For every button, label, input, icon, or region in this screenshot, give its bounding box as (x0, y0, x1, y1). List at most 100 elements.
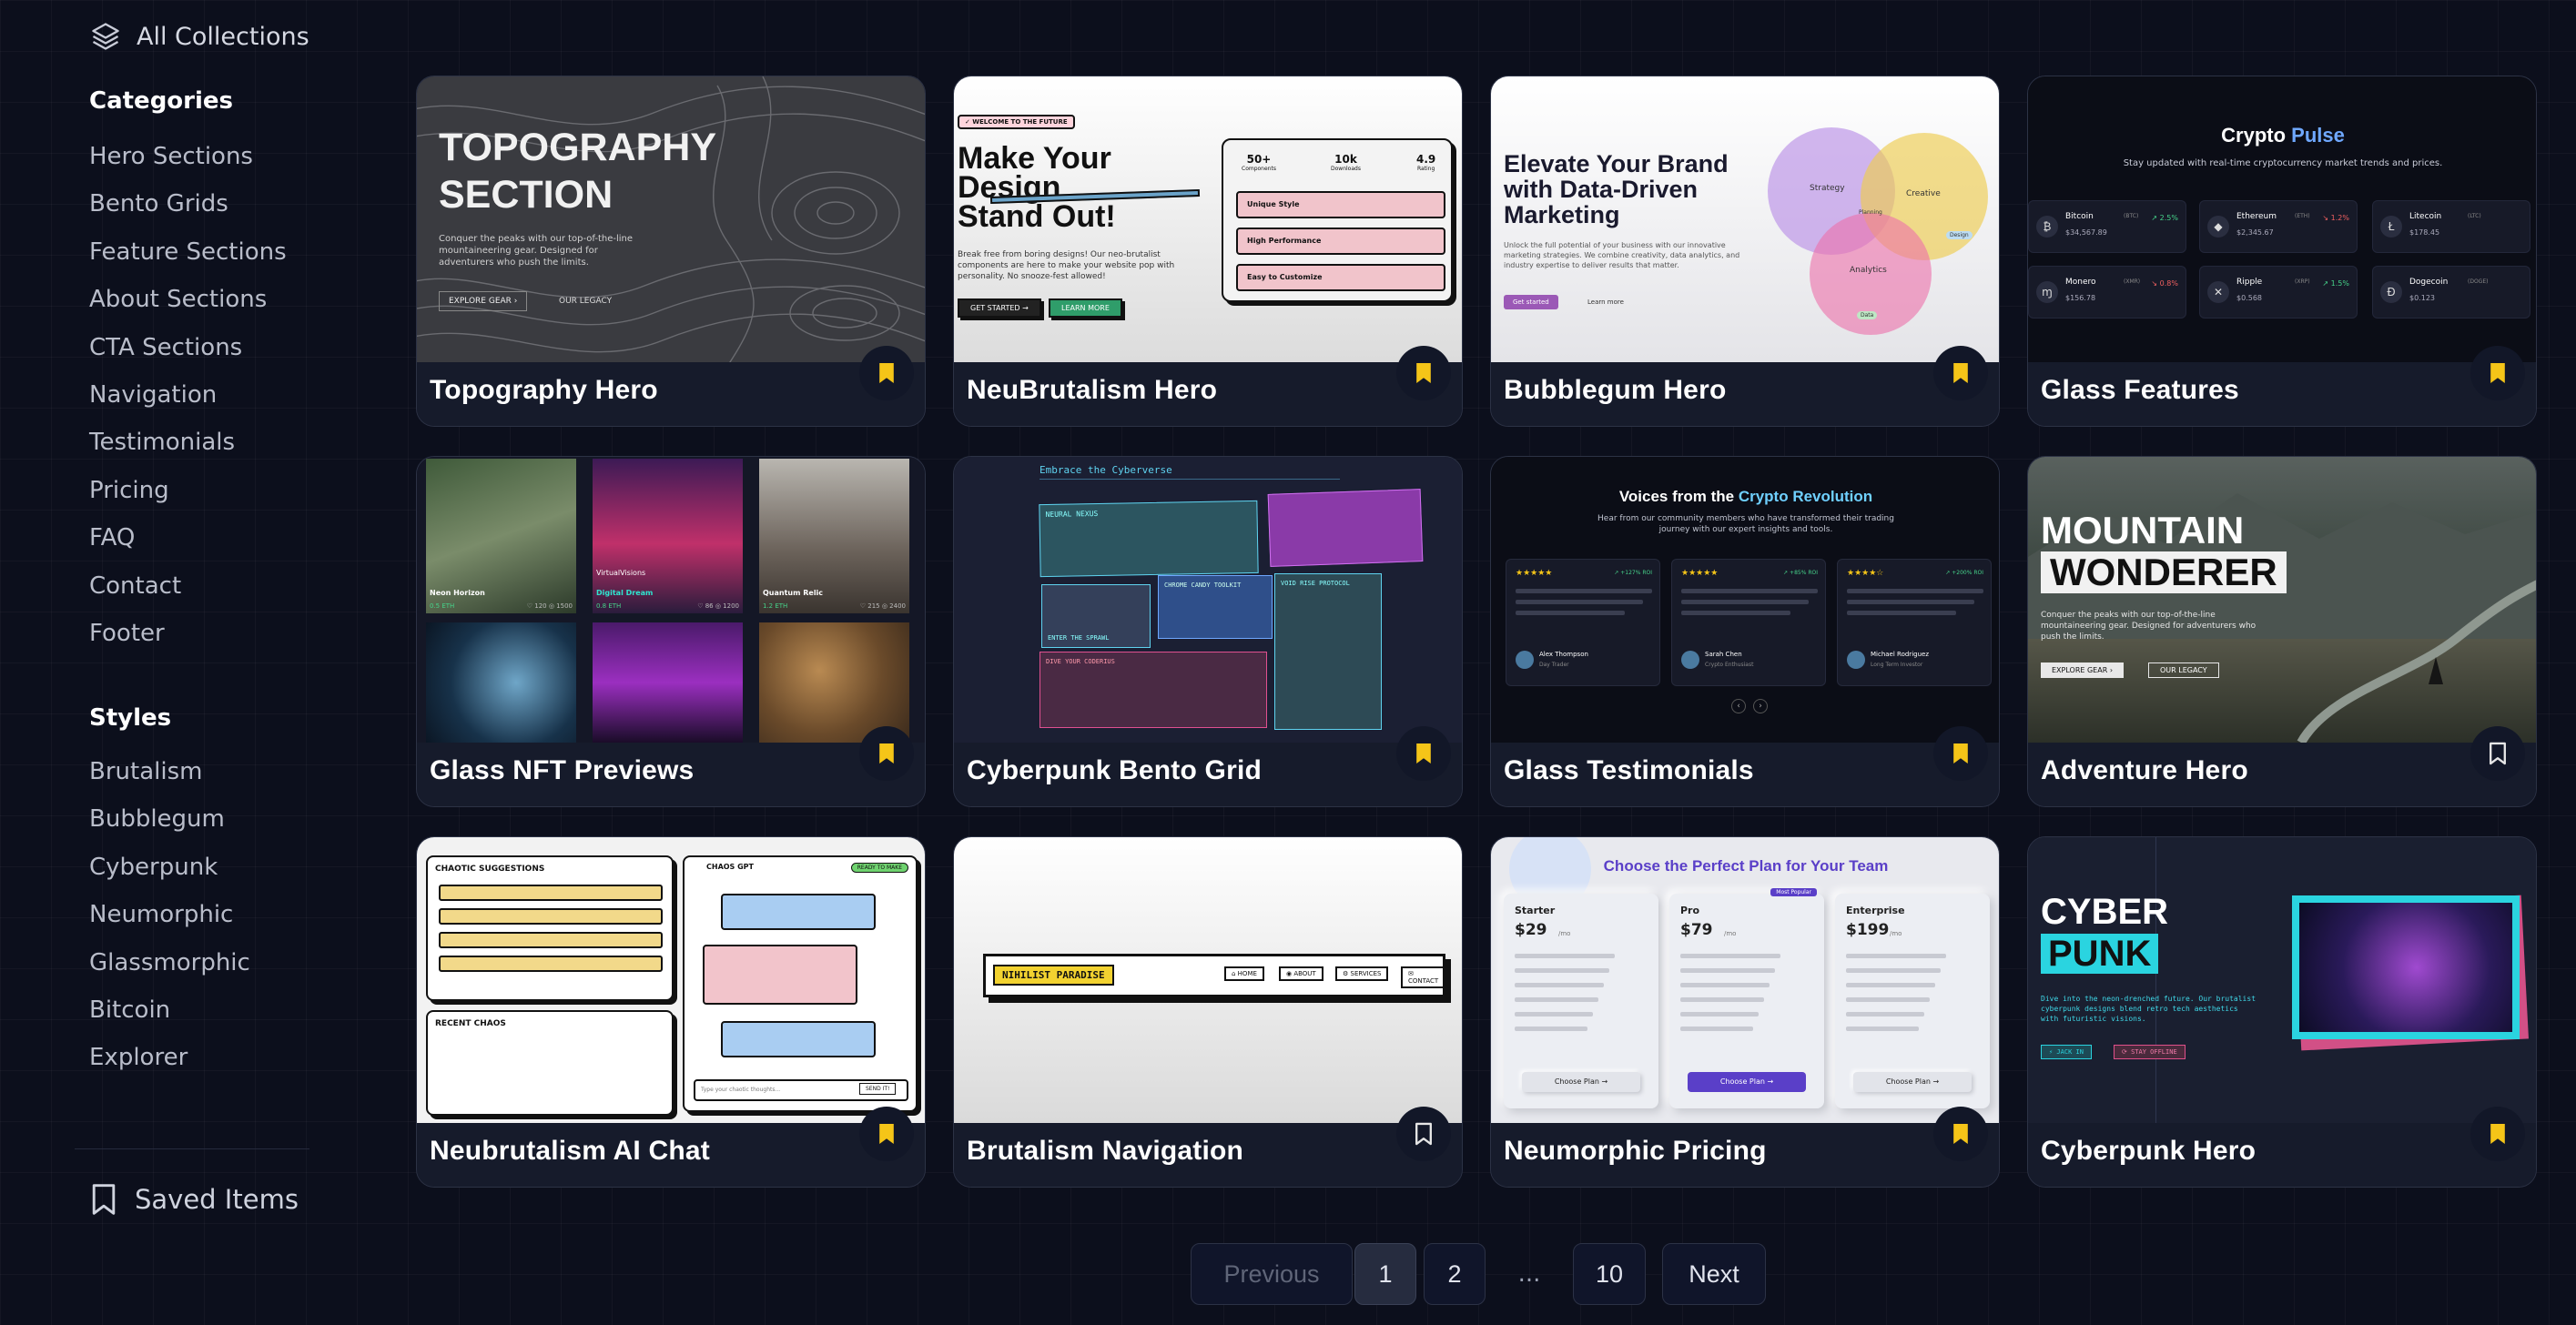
choose-plan-button[interactable]: Choose Plan → (1853, 1072, 1972, 1092)
sidebar-item-cta-sections[interactable]: CTA Sections (89, 324, 287, 371)
bookmark-button[interactable] (1396, 1107, 1451, 1161)
grid-line (2155, 837, 2156, 1123)
card-adventure-hero[interactable]: MOUNTAIN WONDERER Conquer the peaks with… (2027, 456, 2537, 807)
bookmark-button[interactable] (1933, 1107, 1988, 1161)
suggestion-item[interactable] (439, 932, 663, 948)
bookmark-button[interactable] (2470, 1107, 2525, 1161)
coin-tile[interactable]: Ð Dogecoin (DOGE) $0.123 (2372, 266, 2530, 319)
bookmark-button[interactable] (2470, 726, 2525, 781)
coin-tile[interactable]: ɱ Monero (XMR) $156.78 ↘ 0.8% (2028, 266, 2186, 319)
nav-link-contact[interactable]: ✉ CONTACT (1401, 966, 1446, 988)
adventure-explore-button[interactable]: EXPLORE GEAR › (2041, 662, 2125, 678)
sidebar-item-faq[interactable]: FAQ (89, 514, 287, 561)
sidebar-item-neumorphic[interactable]: Neumorphic (89, 891, 250, 938)
bookmark-button[interactable] (1396, 346, 1451, 400)
card-glass-features[interactable]: Crypto Pulse Stay updated with real-time… (2027, 76, 2537, 427)
card-cyberpunk-hero[interactable]: CYBER PUNK Dive into the neon-drenched f… (2027, 836, 2537, 1188)
preview-neumorphic-pricing: Choose the Perfect Plan for Your Team St… (1491, 837, 1999, 1123)
sidebar-item-contact[interactable]: Contact (89, 562, 287, 610)
coin-price: $2,345.67 (2236, 228, 2274, 237)
chat-send-button[interactable]: SEND IT! (859, 1083, 897, 1095)
card-glass-testimonials[interactable]: Voices from the Crypto Revolution Hear f… (1490, 456, 2000, 807)
crypto-subtitle: Stay updated with real-time cryptocurren… (2123, 158, 2443, 168)
suggestion-item[interactable] (439, 885, 663, 901)
bookmark-filled-icon (2490, 1123, 2505, 1145)
cyber-body: Dive into the neon-drenched future. Our … (2041, 995, 2257, 1023)
choose-plan-button[interactable]: Choose Plan → (1522, 1072, 1640, 1092)
choose-plan-button[interactable]: Choose Plan → (1688, 1072, 1806, 1092)
next-page-button[interactable]: Next (1662, 1243, 1766, 1305)
chat-message-user (721, 894, 876, 930)
sidebar-item-brutalism[interactable]: Brutalism (89, 748, 250, 795)
card-neubrutalism-hero[interactable]: ✓ WELCOME TO THE FUTURE Make Your Design… (953, 76, 1463, 427)
sidebar-item-hero-sections[interactable]: Hero Sections (89, 133, 287, 180)
cyber-city-image (2299, 903, 2512, 1032)
bookmark-button[interactable] (2470, 346, 2525, 400)
neubrutal-learn-button[interactable]: LEARN MORE (1049, 298, 1122, 318)
adventure-legacy-button[interactable]: OUR LEGACY (2148, 662, 2219, 678)
page-1-button[interactable]: 1 (1354, 1243, 1416, 1305)
sidebar-item-pricing[interactable]: Pricing (89, 467, 287, 514)
nav-link-services[interactable]: ⚙ SERVICES (1335, 966, 1389, 981)
card-bubblegum-hero[interactable]: Elevate Your Brand with Data-Driven Mark… (1490, 76, 2000, 427)
card-neumorphic-pricing[interactable]: Choose the Perfect Plan for Your Team St… (1490, 836, 2000, 1188)
card-topography-hero[interactable]: TOPOGRAPHY SECTION Conquer the peaks wit… (416, 76, 926, 427)
sidebar-item-feature-sections[interactable]: Feature Sections (89, 228, 287, 276)
bubblegum-learn-button[interactable]: Learn more (1582, 295, 1629, 309)
suggestion-item[interactable] (439, 908, 663, 925)
suggestion-item[interactable] (439, 956, 663, 972)
plan-feature-line (1846, 968, 1941, 973)
bookmark-button[interactable] (859, 1107, 914, 1161)
bookmark-button[interactable] (1396, 726, 1451, 781)
quote-line (1681, 600, 1809, 604)
topography-heading-1: TOPOGRAPHY (439, 126, 717, 169)
preview-glass-features: Crypto Pulse Stay updated with real-time… (2028, 76, 2536, 362)
card-glass-nft-previews[interactable]: Neon Horizon 0.5 ETH ♡ 120 ◎ 1500 Virtua… (416, 456, 926, 807)
plan-period: /mo (1558, 930, 1571, 937)
coin-tile[interactable]: ✕ Ripple (XRP) $0.568 ↗ 1.5% (2199, 266, 2358, 319)
topography-legacy-button[interactable]: OUR LEGACY (552, 291, 619, 311)
sidebar-item-about-sections[interactable]: About Sections (89, 276, 287, 323)
cyber-offline-button[interactable]: ⟳ STAY OFFLINE (2114, 1045, 2186, 1059)
bookmark-button[interactable] (859, 726, 914, 781)
sidebar-item-testimonials[interactable]: Testimonials (89, 419, 287, 466)
sidebar-item-footer[interactable]: Footer (89, 610, 287, 657)
recent-panel: RECENT CHAOS (426, 1010, 674, 1116)
plan-name: Enterprise (1846, 905, 1905, 916)
coin-change: ↘ 1.2% (2322, 214, 2349, 222)
card-neubrutalism-ai-chat[interactable]: CHAOTIC SUGGESTIONS RECENT CHAOS CHAOS G… (416, 836, 926, 1188)
bubblegum-start-button[interactable]: Get started (1504, 295, 1558, 309)
nav-link-home[interactable]: ⌂ HOME (1224, 966, 1264, 981)
coin-tile[interactable]: ◆ Ethereum (ETH) $2,345.67 ↘ 1.2% (2199, 200, 2358, 253)
saved-items-link[interactable]: Saved Items (89, 1183, 299, 1216)
plan-feature-line (1680, 954, 1780, 958)
bookmark-button[interactable] (859, 346, 914, 400)
sidebar-item-bubblegum[interactable]: Bubblegum (89, 795, 250, 843)
bookmark-button[interactable] (1933, 726, 1988, 781)
sidebar-item-glassmorphic[interactable]: Glassmorphic (89, 939, 250, 986)
page-2-button[interactable]: 2 (1424, 1243, 1486, 1305)
previous-page-button[interactable]: Previous (1191, 1243, 1353, 1305)
card-brutalism-navigation[interactable]: NIHILIST PARADISE ⌂ HOME ◉ ABOUT ⚙ SERVI… (953, 836, 1463, 1188)
plan-feature-line (1680, 983, 1770, 987)
bookmark-button[interactable] (1933, 346, 1988, 400)
all-collections-link[interactable]: All Collections (89, 20, 309, 53)
next-arrow-icon[interactable]: › (1753, 699, 1768, 713)
card-cyberpunk-bento-grid[interactable]: Embrace the Cyberverse NEURAL NEXUS ENTE… (953, 456, 1463, 807)
sidebar-item-cyberpunk[interactable]: Cyberpunk (89, 844, 250, 891)
sidebar-item-explorer[interactable]: Explorer (89, 1034, 250, 1081)
cyber-jack-in-button[interactable]: ⚡ JACK IN (2041, 1045, 2092, 1059)
brutal-logo[interactable]: NIHILIST PARADISE (993, 965, 1114, 986)
nav-link-about[interactable]: ◉ ABOUT (1279, 966, 1323, 981)
coin-tile[interactable]: Ł Litecoin (LTC) $178.45 (2372, 200, 2530, 253)
sidebar-item-bento-grids[interactable]: Bento Grids (89, 180, 287, 228)
neubrutal-start-button[interactable]: GET STARTED → (958, 298, 1041, 318)
prev-arrow-icon[interactable]: ‹ (1731, 699, 1746, 713)
sidebar-item-bitcoin[interactable]: Bitcoin (89, 986, 250, 1034)
page-10-button[interactable]: 10 (1573, 1243, 1646, 1305)
coin-change: ↗ 1.5% (2322, 279, 2349, 288)
sidebar-item-navigation[interactable]: Navigation (89, 371, 287, 419)
coin-tile[interactable]: ₿ Bitcoin (BTC) $34,567.89 ↗ 2.5% (2028, 200, 2186, 253)
topography-explore-button[interactable]: EXPLORE GEAR › (439, 291, 528, 311)
card-title: Neumorphic Pricing (1504, 1136, 1767, 1166)
